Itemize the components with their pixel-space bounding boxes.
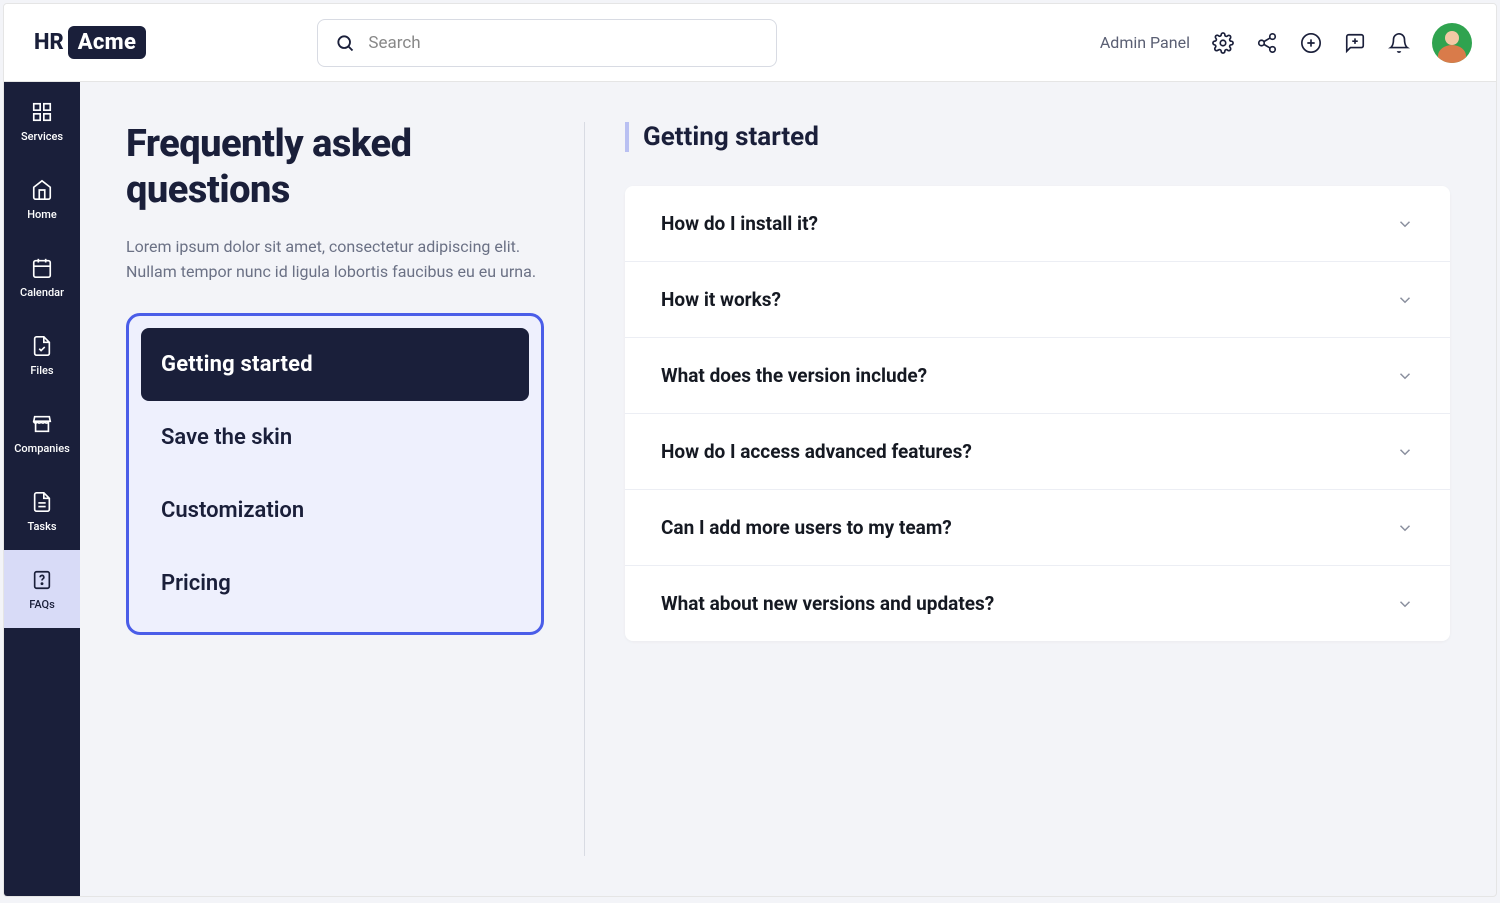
faq-question: How do I access advanced features? (661, 440, 972, 463)
store-icon (30, 412, 54, 436)
sidebar-item-faqs[interactable]: FAQs (4, 550, 80, 628)
admin-panel-link[interactable]: Admin Panel (1100, 33, 1190, 52)
brand-logo[interactable]: HR Acme (34, 26, 146, 59)
sidebar-item-label: Calendar (20, 286, 64, 299)
sidebar-item-label: Files (30, 364, 53, 377)
faq-icon (30, 568, 54, 592)
category-customization[interactable]: Customization (141, 474, 529, 547)
sidebar-item-tasks[interactable]: Tasks (4, 472, 80, 550)
sidebar-item-companies[interactable]: Companies (4, 394, 80, 472)
faq-question: What about new versions and updates? (661, 592, 994, 615)
page-title: Frequently asked questions (126, 122, 544, 213)
brand-part2: Acme (68, 26, 146, 59)
content: Frequently asked questions Lorem ipsum d… (80, 82, 1496, 896)
grid-icon (30, 100, 54, 124)
add-icon[interactable] (1300, 32, 1322, 54)
faq-item[interactable]: How it works? (625, 262, 1450, 338)
page-description: Lorem ipsum dolor sit amet, consectetur … (126, 235, 544, 285)
sidebar-item-services[interactable]: Services (4, 82, 80, 160)
sidebar-item-label: Home (27, 208, 57, 221)
faq-question: Can I add more users to my team? (661, 516, 952, 539)
section-heading: Getting started (625, 122, 1450, 152)
sidebar-item-label: FAQs (29, 598, 55, 611)
sidebar-item-label: Companies (14, 442, 70, 455)
faq-list: How do I install it? How it works? What … (625, 186, 1450, 641)
column-divider (584, 122, 585, 856)
faq-item[interactable]: Can I add more users to my team? (625, 490, 1450, 566)
sidebar-item-label: Tasks (28, 520, 57, 533)
category-getting-started[interactable]: Getting started (141, 328, 529, 401)
file-icon (30, 334, 54, 358)
bell-icon[interactable] (1388, 32, 1410, 54)
faq-question: How do I install it? (661, 212, 818, 235)
faq-item[interactable]: How do I access advanced features? (625, 414, 1450, 490)
sidebar-item-label: Services (21, 130, 63, 143)
share-icon[interactable] (1256, 32, 1278, 54)
search-icon (334, 32, 356, 54)
chevron-down-icon (1396, 519, 1414, 537)
search-input[interactable] (368, 33, 760, 53)
category-box: Getting started Save the skin Customizat… (126, 313, 544, 635)
clipboard-icon (30, 490, 54, 514)
topbar: HR Acme Admin Panel (4, 4, 1496, 82)
faq-item[interactable]: How do I install it? (625, 186, 1450, 262)
sidebar-item-files[interactable]: Files (4, 316, 80, 394)
category-save-the-skin[interactable]: Save the skin (141, 401, 529, 474)
category-pricing[interactable]: Pricing (141, 547, 529, 620)
chevron-down-icon (1396, 595, 1414, 613)
calendar-icon (30, 256, 54, 280)
settings-icon[interactable] (1212, 32, 1234, 54)
chevron-down-icon (1396, 367, 1414, 385)
faq-question: What does the version include? (661, 364, 927, 387)
comment-add-icon[interactable] (1344, 32, 1366, 54)
chevron-down-icon (1396, 291, 1414, 309)
topbar-right: Admin Panel (1100, 23, 1472, 63)
home-icon (30, 178, 54, 202)
chevron-down-icon (1396, 215, 1414, 233)
search-box[interactable] (317, 19, 777, 67)
brand-part1: HR (34, 30, 64, 55)
sidebar-item-home[interactable]: Home (4, 160, 80, 238)
avatar[interactable] (1432, 23, 1472, 63)
sidebar-item-calendar[interactable]: Calendar (4, 238, 80, 316)
faq-question: How it works? (661, 288, 781, 311)
faq-item[interactable]: What does the version include? (625, 338, 1450, 414)
right-column: Getting started How do I install it? How… (625, 122, 1450, 856)
faq-item[interactable]: What about new versions and updates? (625, 566, 1450, 641)
sidebar: Services Home Calendar Files (4, 82, 80, 896)
left-column: Frequently asked questions Lorem ipsum d… (126, 122, 544, 856)
chevron-down-icon (1396, 443, 1414, 461)
